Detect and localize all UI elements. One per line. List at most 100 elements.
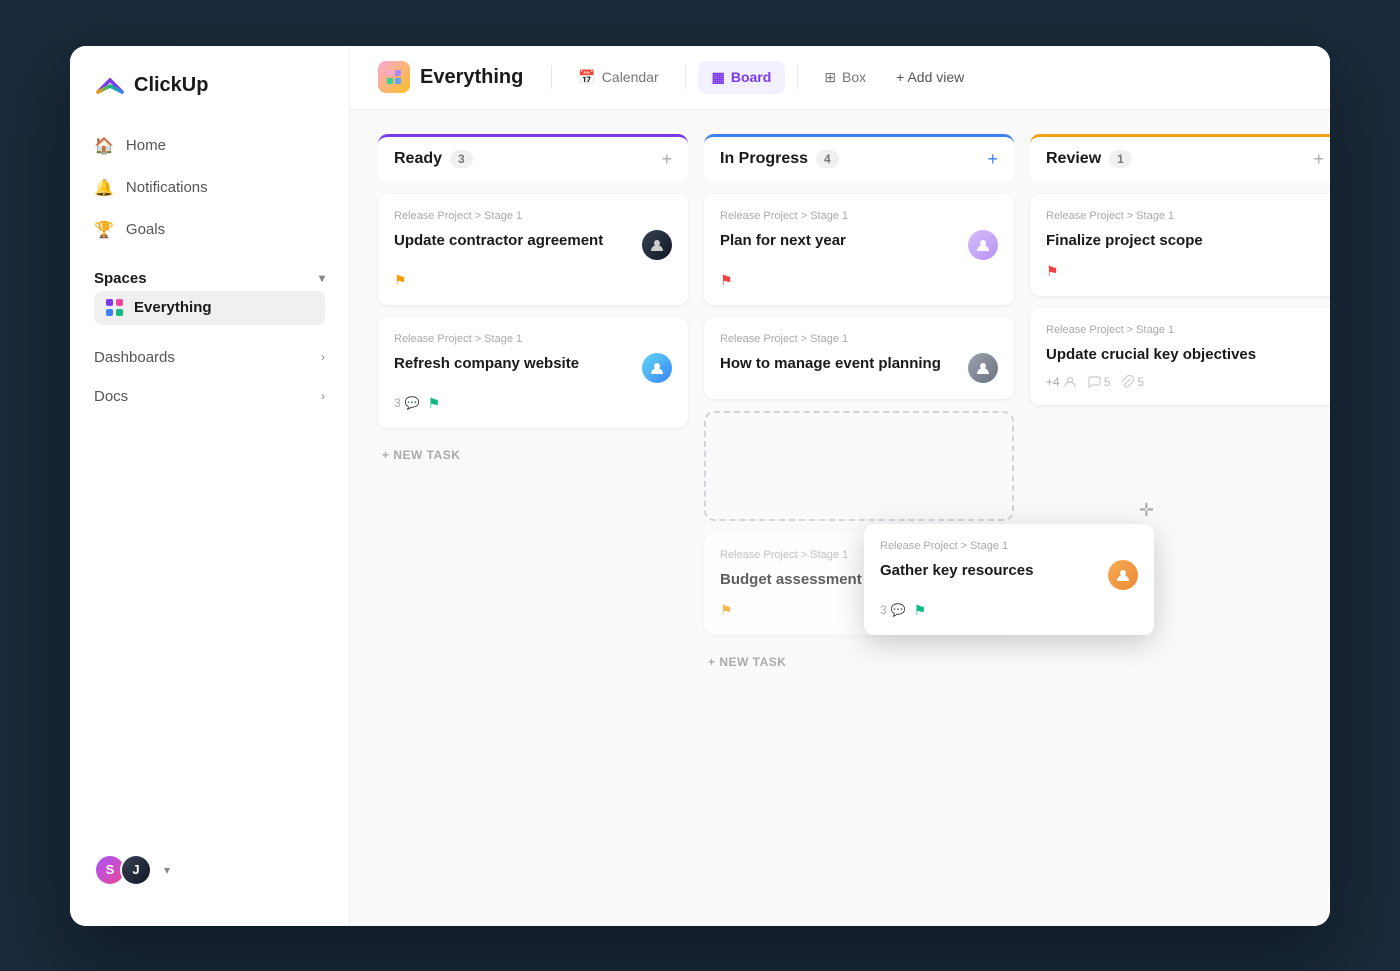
card-title: Update crucial key objectives <box>1046 344 1324 365</box>
card-refresh-website[interactable]: Release Project > Stage 1 Refresh compan… <box>378 317 688 428</box>
column-add-button[interactable]: + <box>1313 149 1324 170</box>
avatar <box>642 230 672 260</box>
column-review: Review 1 + Release Project > Stage 1 Fin… <box>1030 134 1330 405</box>
flag-icon: ⚑ <box>720 602 733 619</box>
tab-calendar[interactable]: 📅 Calendar <box>564 61 672 94</box>
card-finalize-scope[interactable]: Release Project > Stage 1 Finalize proje… <box>1030 194 1330 296</box>
column-add-button[interactable]: + <box>661 149 672 170</box>
card-update-objectives[interactable]: Release Project > Stage 1 Update crucial… <box>1030 308 1330 405</box>
drag-handle-icon[interactable]: ✛ <box>1139 500 1154 521</box>
flag-icon: ⚑ <box>720 272 733 289</box>
column-in-progress: In Progress 4 + Release Project > Stage … <box>704 134 1014 677</box>
column-header-left: Ready 3 <box>394 150 473 168</box>
everything-icon <box>378 61 410 93</box>
card-header: How to manage event planning <box>720 353 998 383</box>
avatar-image <box>968 230 998 260</box>
floating-card[interactable]: ✛ Release Project > Stage 1 Gather key r… <box>864 524 1154 635</box>
card-header: Gather key resources <box>880 560 1138 590</box>
column-title: Review <box>1046 150 1101 168</box>
comment-count-item: 5 <box>1087 375 1111 389</box>
sidebar-item-dashboards[interactable]: Dashboards › <box>82 339 337 376</box>
sidebar-item-label: Notifications <box>126 179 208 196</box>
sidebar-item-notifications[interactable]: 🔔 Notifications <box>82 168 337 208</box>
board-icon: ▦ <box>712 69 725 86</box>
avatar-image <box>968 353 998 383</box>
comment-icon: 💬 <box>891 603 906 617</box>
avatar-stack: S J <box>94 854 152 886</box>
main-content: Everything 📅 Calendar ▦ Board ⊞ Box + Ad… <box>350 46 1330 926</box>
attachment-count: 5 <box>1137 375 1144 389</box>
board-area: Ready 3 + Release Project > Stage 1 Upda… <box>350 110 1330 926</box>
card-plan-next-year[interactable]: Release Project > Stage 1 Plan for next … <box>704 194 1014 305</box>
avatar-image <box>642 230 672 260</box>
column-header-left: In Progress 4 <box>720 150 839 168</box>
topbar-title-group: Everything <box>378 61 523 93</box>
tab-box[interactable]: ⊞ Box <box>810 61 880 94</box>
add-view-button[interactable]: + Add view <box>884 61 976 93</box>
attachment-count-item: 5 <box>1120 375 1144 389</box>
card-footer: ⚑ <box>394 272 672 289</box>
column-count: 4 <box>816 150 839 168</box>
tab-board[interactable]: ▦ Board <box>698 61 786 94</box>
new-task-button[interactable]: + NEW TASK <box>378 440 688 470</box>
extra-avatars: +4 <box>1046 375 1077 389</box>
spaces-section: Spaces ▾ Everything <box>70 250 349 337</box>
card-header: Update contractor agreement <box>394 230 672 260</box>
tab-label: Box <box>842 69 866 85</box>
page-title: Everything <box>420 66 523 89</box>
grid-icon <box>106 299 124 317</box>
card-title: Gather key resources <box>880 560 1100 581</box>
avatar <box>968 353 998 383</box>
avatar-image <box>1108 560 1138 590</box>
column-ready: Ready 3 + Release Project > Stage 1 Upda… <box>378 134 688 470</box>
card-extra: +4 5 5 <box>1046 375 1324 389</box>
card-header: Refresh company website <box>394 353 672 383</box>
flag-icon: ⚑ <box>428 395 441 412</box>
divider <box>551 65 552 89</box>
card-title: Plan for next year <box>720 230 960 251</box>
card-event-planning[interactable]: Release Project > Stage 1 How to manage … <box>704 317 1014 399</box>
column-add-button[interactable]: + <box>987 149 998 170</box>
card-stats: 3 💬 <box>394 396 420 410</box>
card-footer: 3 💬 ⚑ <box>394 395 672 412</box>
card-title: Update contractor agreement <box>394 230 634 251</box>
card-title: Finalize project scope <box>1046 230 1324 251</box>
card-footer: ⚑ <box>1046 263 1324 280</box>
new-task-button[interactable]: + NEW TASK <box>704 647 1014 677</box>
flag-icon: ⚑ <box>1046 263 1059 280</box>
comment-icon: 💬 <box>405 396 420 410</box>
column-title: In Progress <box>720 150 808 168</box>
sidebar-nav: 🏠 Home 🔔 Notifications 🏆 Goals <box>70 126 349 250</box>
card-footer: 3 💬 ⚑ <box>880 602 1138 619</box>
box-icon: ⊞ <box>824 69 836 86</box>
chevron-right-icon: › <box>321 389 325 403</box>
flag-icon: ⚑ <box>914 602 927 619</box>
spaces-label: Spaces <box>94 270 147 287</box>
card-meta: Release Project > Stage 1 <box>720 333 998 345</box>
avatar <box>642 353 672 383</box>
card-header: Finalize project scope <box>1046 230 1324 251</box>
docs-label: Docs <box>94 388 128 405</box>
comment-count: 5 <box>1104 375 1111 389</box>
add-view-label: + Add view <box>896 69 964 85</box>
chevron-down-icon[interactable]: ▾ <box>164 863 170 877</box>
spaces-header[interactable]: Spaces ▾ <box>94 270 325 287</box>
sidebar-item-home[interactable]: 🏠 Home <box>82 126 337 166</box>
topbar: Everything 📅 Calendar ▦ Board ⊞ Box + Ad… <box>350 46 1330 110</box>
chevron-down-icon: ▾ <box>319 271 325 285</box>
bell-icon: 🔔 <box>94 178 114 198</box>
sidebar-item-docs[interactable]: Docs › <box>82 378 337 415</box>
everything-label: Everything <box>134 299 212 316</box>
card-title: Refresh company website <box>394 353 634 374</box>
card-header: Update crucial key objectives <box>1046 344 1324 365</box>
sidebar-item-goals[interactable]: 🏆 Goals <box>82 210 337 250</box>
card-update-contractor[interactable]: Release Project > Stage 1 Update contrac… <box>378 194 688 305</box>
column-header-in-progress: In Progress 4 + <box>704 134 1014 182</box>
home-icon: 🏠 <box>94 136 114 156</box>
sidebar-bottom: S J ▾ <box>70 838 349 902</box>
card-meta: Release Project > Stage 1 <box>720 210 998 222</box>
tab-label: Board <box>731 69 771 85</box>
card-meta: Release Project > Stage 1 <box>394 210 672 222</box>
card-meta: Release Project > Stage 1 <box>1046 324 1324 336</box>
sidebar-item-everything[interactable]: Everything <box>94 291 325 325</box>
